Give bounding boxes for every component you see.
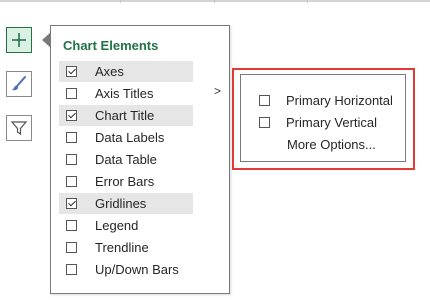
checkbox[interactable] <box>66 198 77 209</box>
item-label: Axes <box>95 64 124 79</box>
item-label: Chart Title <box>95 108 155 123</box>
checkbox[interactable] <box>66 242 77 253</box>
chart-element-axes[interactable]: Axes <box>59 61 193 82</box>
item-label: Trendline <box>95 240 149 255</box>
sheet-gridline <box>0 0 430 2</box>
item-label: Axis Titles <box>95 86 154 101</box>
chart-element-legend[interactable]: Legend <box>59 215 193 236</box>
checkbox[interactable] <box>66 154 77 165</box>
plus-icon <box>12 33 26 47</box>
chart-element-axis-titles[interactable]: Axis Titles <box>59 83 193 104</box>
item-label: Data Labels <box>95 130 165 145</box>
column-divider <box>214 0 215 3</box>
item-label: Up/Down Bars <box>95 262 179 277</box>
chart-styles-button[interactable] <box>6 71 32 97</box>
checkbox[interactable] <box>66 66 77 77</box>
filter-icon <box>10 121 28 136</box>
item-label: Error Bars <box>95 174 155 189</box>
item-label: Legend <box>95 218 139 233</box>
chart-element-chart-title[interactable]: Chart Title <box>59 105 193 126</box>
expand-arrow-icon[interactable]: > <box>214 84 221 98</box>
item-label: Data Table <box>95 152 157 167</box>
checkbox[interactable] <box>66 220 77 231</box>
chart-element-data-labels[interactable]: Data Labels <box>59 127 193 148</box>
chart-element-trendline[interactable]: Trendline <box>59 237 193 258</box>
chart-filters-button[interactable] <box>6 115 32 141</box>
checkbox[interactable] <box>66 176 77 187</box>
chart-elements-panel: Chart Elements Axes Axis Titles Chart Ti… <box>50 25 230 294</box>
column-divider <box>120 0 121 3</box>
checkbox[interactable] <box>66 264 77 275</box>
panel-title: Chart Elements <box>63 38 159 53</box>
chart-element-gridlines[interactable]: Gridlines <box>59 193 193 214</box>
chart-element-data-table[interactable]: Data Table <box>59 149 193 170</box>
checkbox[interactable] <box>66 88 77 99</box>
chart-element-up-down-bars[interactable]: Up/Down Bars <box>59 259 193 280</box>
column-divider <box>307 0 308 3</box>
checkbox[interactable] <box>66 110 77 121</box>
brush-icon <box>12 76 26 91</box>
chart-element-error-bars[interactable]: Error Bars <box>59 171 193 192</box>
highlight-box <box>232 68 415 170</box>
checkbox[interactable] <box>66 132 77 143</box>
chart-elements-button[interactable] <box>6 27 32 53</box>
item-label: Gridlines <box>95 196 147 211</box>
